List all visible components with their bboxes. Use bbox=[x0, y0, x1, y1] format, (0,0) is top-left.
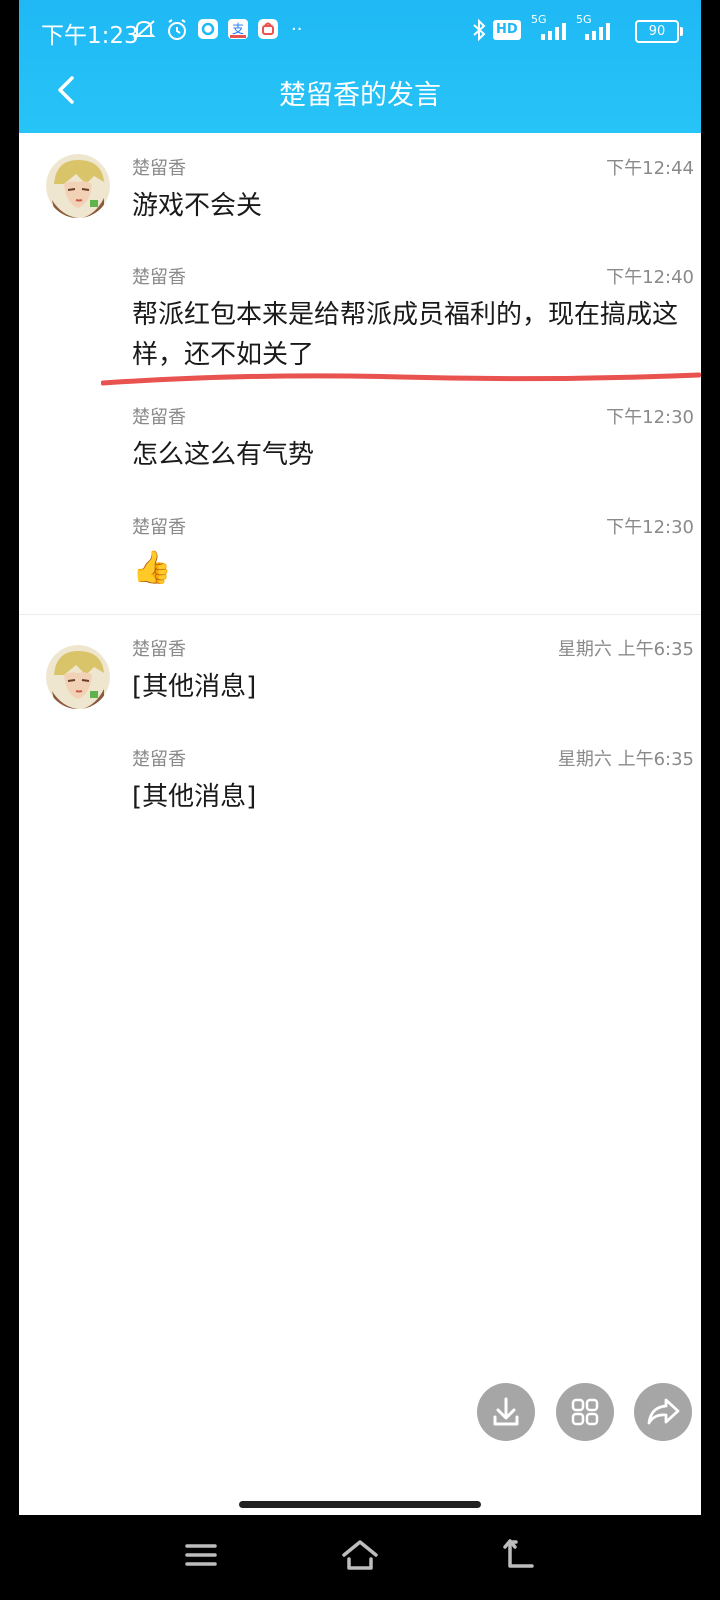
alarm-icon bbox=[165, 18, 189, 42]
status-time: 下午1:23 bbox=[41, 23, 139, 49]
nav-bar: 楚留香的发言 bbox=[19, 60, 701, 133]
message-item[interactable]: 楚留香 下午12:40 帮派红包本来是给帮派成员福利的，现在搞成这样，还不如关了 bbox=[132, 263, 694, 373]
phone-screen: 下午1:23 支 ·· HD 5G 5G 90 楚留香的发言 楚留香 下午12:… bbox=[0, 0, 720, 1600]
app-notification-icon bbox=[197, 18, 219, 42]
home-icon bbox=[342, 1540, 378, 1570]
sender-name: 楚留香 bbox=[132, 158, 186, 179]
sender-name: 楚留香 bbox=[132, 639, 186, 660]
message-time: 下午12:30 bbox=[606, 407, 694, 428]
menu-button[interactable] bbox=[183, 1537, 219, 1577]
annotation-underline bbox=[101, 372, 701, 386]
bluetooth-icon bbox=[471, 18, 487, 42]
divider bbox=[19, 614, 701, 615]
message-text: [其他消息] bbox=[132, 782, 257, 812]
share-icon bbox=[647, 1398, 680, 1425]
hd-badge: HD bbox=[493, 20, 521, 40]
signal-strength-2-icon bbox=[577, 22, 617, 46]
home-button[interactable] bbox=[340, 1537, 380, 1577]
system-nav-bar bbox=[0, 1515, 720, 1600]
message-item[interactable]: 楚留香 下午12:44 游戏不会关 bbox=[132, 154, 694, 224]
message-time: 下午12:40 bbox=[606, 267, 694, 288]
battery-indicator: 90 bbox=[635, 20, 683, 43]
back-system-button[interactable] bbox=[502, 1537, 538, 1577]
message-text: 怎么这么有气势 bbox=[132, 440, 315, 470]
message-text: 游戏不会关 bbox=[132, 191, 263, 221]
shopping-notification-icon bbox=[257, 18, 279, 42]
back-arrow-icon bbox=[503, 1539, 534, 1568]
menu-icon bbox=[185, 1544, 217, 1566]
message-item[interactable]: 楚留香 星期六 上午6:35 [其他消息] bbox=[132, 635, 694, 705]
download-icon bbox=[493, 1397, 519, 1426]
status-bar: 下午1:23 支 ·· HD 5G 5G 90 bbox=[19, 0, 701, 60]
app-header: 下午1:23 支 ·· HD 5G 5G 90 楚留香的发言 bbox=[19, 0, 701, 133]
thumbs-up-emoji: 👍 bbox=[132, 548, 172, 586]
sender-name: 楚留香 bbox=[132, 749, 186, 770]
message-list[interactable]: 楚留香 下午12:44 游戏不会关 楚留香 下午12:40 帮派红包本来是给帮派… bbox=[19, 133, 701, 1515]
share-button[interactable] bbox=[634, 1383, 692, 1441]
page-title: 楚留香的发言 bbox=[279, 80, 441, 111]
grid-button[interactable] bbox=[556, 1383, 614, 1441]
sender-name: 楚留香 bbox=[132, 267, 186, 288]
message-time: 下午12:30 bbox=[606, 517, 694, 538]
message-time: 星期六 上午6:35 bbox=[557, 639, 694, 660]
message-item[interactable]: 楚留香 下午12:30 怎么这么有气势 bbox=[132, 403, 694, 473]
grid-icon bbox=[571, 1398, 599, 1426]
avatar[interactable] bbox=[46, 154, 110, 218]
home-indicator[interactable] bbox=[239, 1501, 481, 1508]
alipay-notification-icon: 支 bbox=[227, 18, 249, 42]
sender-name: 楚留香 bbox=[132, 407, 186, 428]
signal-strength-1-icon bbox=[529, 22, 573, 46]
sender-name: 楚留香 bbox=[132, 517, 186, 538]
message-text: [其他消息] bbox=[132, 672, 257, 702]
more-notifications-icon: ·· bbox=[291, 19, 303, 40]
message-item[interactable]: 楚留香 下午12:30 👍 bbox=[132, 513, 694, 593]
message-time: 星期六 上午6:35 bbox=[557, 749, 694, 770]
message-time: 下午12:44 bbox=[606, 158, 694, 179]
mute-icon bbox=[131, 18, 157, 42]
message-text: 帮派红包本来是给帮派成员福利的，现在搞成这样，还不如关了 bbox=[132, 300, 679, 370]
svg-text:支: 支 bbox=[232, 22, 244, 36]
avatar[interactable] bbox=[46, 645, 110, 709]
download-button[interactable] bbox=[477, 1383, 535, 1441]
message-item[interactable]: 楚留香 星期六 上午6:35 [其他消息] bbox=[132, 745, 694, 815]
